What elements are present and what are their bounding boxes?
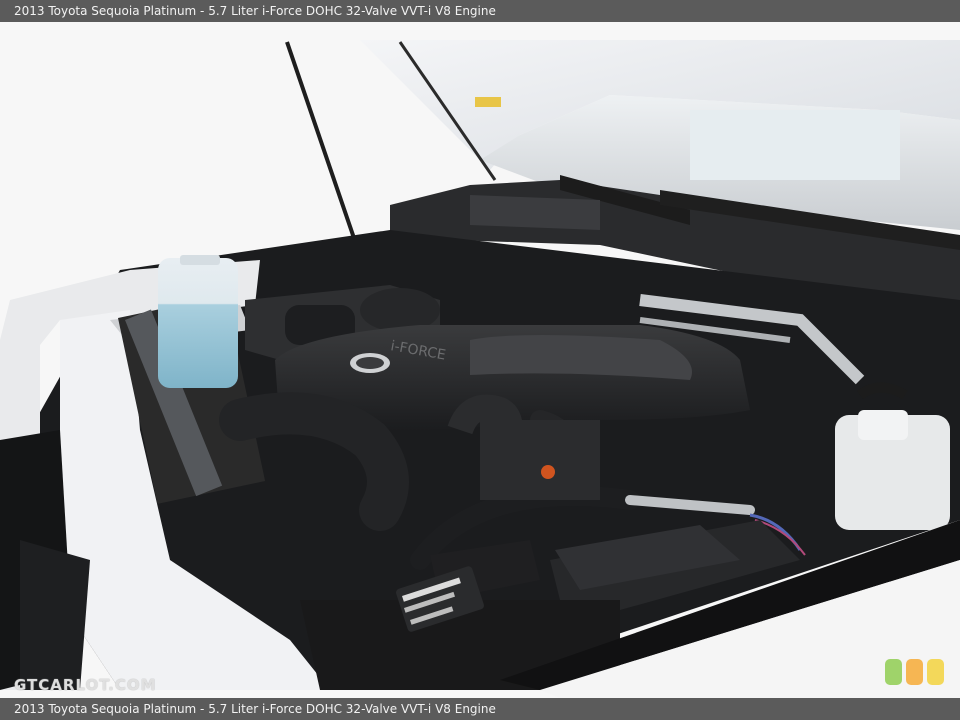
site-watermark: GTCARLOT.COM: [14, 676, 157, 694]
orange-dot: [906, 659, 923, 685]
yellow-dot: [927, 659, 944, 685]
caption-top: 2013 Toyota Sequoia Platinum - 5.7 Liter…: [0, 0, 960, 22]
green-dot: [885, 659, 902, 685]
coolant-reservoir: [158, 255, 238, 388]
engine-front: [480, 420, 600, 500]
engine-bay-photo: i-FORCE: [0, 22, 960, 698]
rating-dots: [885, 659, 944, 685]
caption-bottom: 2013 Toyota Sequoia Platinum - 5.7 Liter…: [0, 698, 960, 720]
photo-frame: 2013 Toyota Sequoia Platinum - 5.7 Liter…: [0, 0, 960, 720]
